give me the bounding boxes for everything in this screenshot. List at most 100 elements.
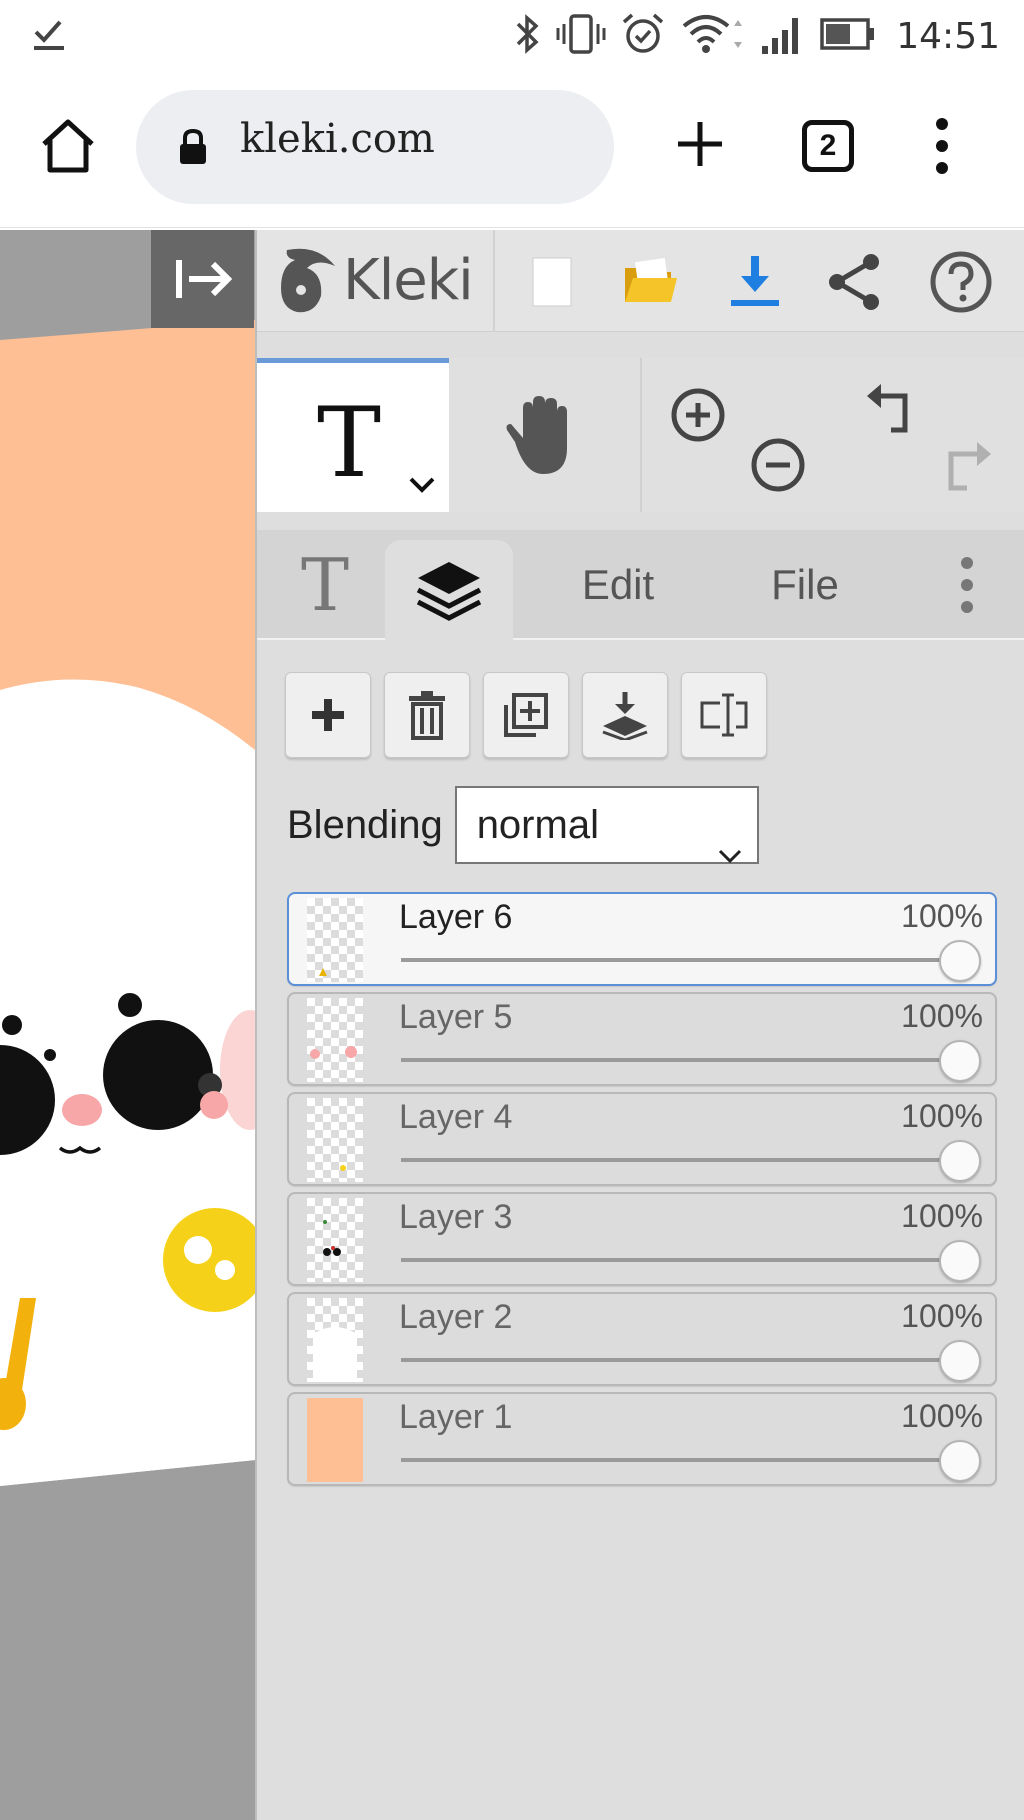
- share-icon: [829, 254, 879, 310]
- add-layer-button[interactable]: [285, 672, 371, 758]
- download-check-icon: [30, 14, 70, 59]
- opacity-slider-handle[interactable]: [939, 1240, 981, 1282]
- layer-opacity: 100%: [901, 1098, 983, 1134]
- lock-icon: [178, 128, 208, 171]
- layer-item[interactable]: Layer 4 100%: [287, 1092, 997, 1186]
- opacity-slider-handle[interactable]: [939, 940, 981, 982]
- new-image-icon: [532, 257, 572, 307]
- opacity-slider-track[interactable]: [401, 1358, 961, 1362]
- layer-opacity: 100%: [901, 1198, 983, 1234]
- layer-item[interactable]: Layer 2 100%: [287, 1292, 997, 1386]
- layer-name: Layer 2: [399, 1298, 513, 1336]
- tab-brush-label: T: [300, 543, 350, 627]
- layer-item[interactable]: Layer 6 100%: [287, 892, 997, 986]
- merge-down-icon: [602, 692, 648, 740]
- bluetooth-icon: [512, 12, 542, 61]
- new-tab-button[interactable]: [668, 112, 732, 176]
- browser-menu-button[interactable]: [922, 114, 962, 178]
- help-icon: [930, 251, 992, 313]
- tab-edit[interactable]: Edit: [553, 530, 683, 640]
- alarm-icon: [620, 12, 666, 61]
- browser-toolbar: kleki.com 2: [0, 76, 1024, 228]
- new-image-button[interactable]: [519, 250, 583, 314]
- layer-opacity: 100%: [901, 1298, 983, 1334]
- home-button[interactable]: [36, 114, 100, 178]
- layer-item[interactable]: Layer 3 100%: [287, 1192, 997, 1286]
- clock: 14:51: [896, 16, 1000, 57]
- layer-name: Layer 6: [399, 898, 513, 936]
- layer-toolbar: [285, 672, 767, 758]
- share-button[interactable]: [823, 250, 887, 314]
- app-topbar: Kleki: [257, 230, 1024, 332]
- layer-name: Layer 3: [399, 1198, 513, 1236]
- drawing-canvas[interactable]: [0, 230, 255, 1820]
- rename-layer-icon: [700, 693, 748, 737]
- opacity-slider-track[interactable]: [401, 1058, 961, 1062]
- opacity-slider-handle[interactable]: [939, 1040, 981, 1082]
- tab-switcher-button[interactable]: 2: [802, 120, 854, 172]
- duplicate-layer-button[interactable]: [483, 672, 569, 758]
- open-button[interactable]: [619, 250, 683, 314]
- canvas-artwork: [0, 320, 255, 1486]
- zoom-out-button[interactable]: [749, 436, 807, 499]
- layer-thumbnail: [307, 1298, 363, 1382]
- url-text: kleki.com: [240, 116, 435, 162]
- zoom-out-icon: [751, 438, 805, 492]
- layer-name: Layer 4: [399, 1098, 513, 1136]
- logo-text: Kleki: [343, 247, 474, 313]
- layer-opacity: 100%: [901, 998, 983, 1034]
- opacity-slider-track[interactable]: [401, 958, 961, 962]
- tool-row: T: [257, 358, 1024, 512]
- layer-thumbnail: [307, 898, 363, 982]
- layer-opacity: 100%: [901, 898, 983, 934]
- signal-icon: [760, 12, 806, 61]
- layer-list: Layer 6 100% Layer 5 100% Layer 4 100% L…: [287, 892, 997, 1492]
- layer-item[interactable]: Layer 1 100%: [287, 1392, 997, 1486]
- kleki-bird-icon: [281, 248, 335, 313]
- layer-item[interactable]: Layer 5 100%: [287, 992, 997, 1086]
- menu-dots-icon: [936, 118, 948, 174]
- tab-file[interactable]: File: [745, 530, 865, 640]
- opacity-slider-track[interactable]: [401, 1458, 961, 1462]
- tab-layers[interactable]: [385, 540, 513, 640]
- layer-thumbnail: [307, 998, 363, 1082]
- panel-tabs: T Edit File: [257, 530, 1024, 640]
- more-vertical-icon: [961, 557, 973, 613]
- layer-thumbnail: [307, 1098, 363, 1182]
- opacity-slider-handle[interactable]: [939, 1140, 981, 1182]
- address-bar[interactable]: kleki.com: [136, 90, 614, 204]
- undo-icon: [867, 384, 908, 433]
- divider: [493, 230, 495, 332]
- tab-more[interactable]: [937, 530, 997, 640]
- opacity-slider-handle[interactable]: [939, 1340, 981, 1382]
- download-icon: [731, 256, 779, 306]
- text-tool-glyph: T: [317, 387, 382, 499]
- collapse-panel-button[interactable]: [151, 230, 254, 328]
- help-button[interactable]: [927, 250, 992, 314]
- delete-layer-button[interactable]: [384, 672, 470, 758]
- zoom-in-icon: [671, 388, 725, 442]
- tab-brush[interactable]: T: [275, 530, 375, 640]
- merge-down-button[interactable]: [582, 672, 668, 758]
- chevron-down-icon[interactable]: [407, 475, 437, 500]
- hand-tool-button[interactable]: [497, 394, 583, 485]
- plus-icon: [678, 122, 722, 166]
- redo-button[interactable]: [937, 440, 993, 501]
- rename-layer-button[interactable]: [681, 672, 767, 758]
- opacity-slider-handle[interactable]: [939, 1440, 981, 1482]
- undo-button[interactable]: [865, 382, 921, 443]
- opacity-slider-track[interactable]: [401, 1258, 961, 1262]
- status-bar: 14:51: [0, 0, 1024, 76]
- save-button[interactable]: [723, 250, 787, 314]
- home-icon: [42, 119, 94, 173]
- vibrate-icon: [556, 12, 606, 61]
- delete-layer-icon: [409, 691, 445, 740]
- opacity-slider-track[interactable]: [401, 1158, 961, 1162]
- layer-name: Layer 5: [399, 998, 513, 1036]
- zoom-in-button[interactable]: [669, 386, 727, 449]
- kleki-logo[interactable]: Kleki: [277, 244, 474, 316]
- chevron-down-icon: [717, 816, 743, 890]
- layers-icon: [416, 562, 482, 621]
- blending-select[interactable]: normal: [454, 786, 759, 864]
- text-tool-button[interactable]: T: [257, 358, 449, 512]
